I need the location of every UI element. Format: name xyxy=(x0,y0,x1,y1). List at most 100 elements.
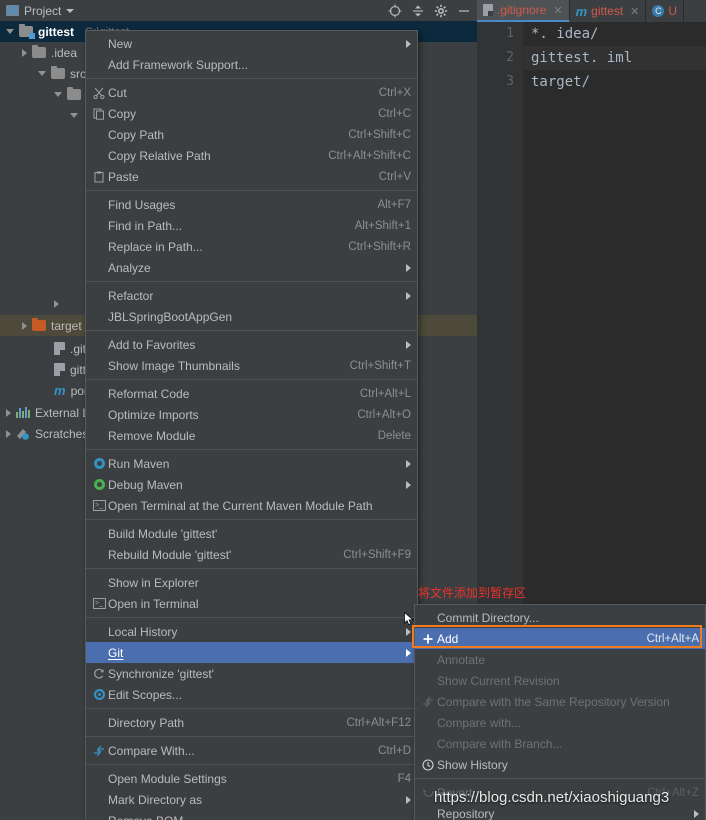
menu-item-label: Add to Favorites xyxy=(108,337,196,352)
toolwindow-actions xyxy=(388,4,477,18)
menu-separator xyxy=(86,449,417,450)
submenu-item-add[interactable]: Add Ctrl+Alt+A xyxy=(415,628,705,649)
git-submenu[interactable]: Commit Directory... Add Ctrl+Alt+A Annot… xyxy=(414,604,706,820)
chevron-down-icon[interactable] xyxy=(70,113,78,118)
menu-item-jblspringbootappgen[interactable]: JBLSpringBootAppGen xyxy=(86,306,417,327)
menu-item-edit-scopes[interactable]: Edit Scopes... xyxy=(86,684,417,705)
tree-node-label: .idea xyxy=(51,45,78,60)
project-title-group[interactable]: Project xyxy=(0,3,75,18)
maven-m-icon: m xyxy=(54,383,66,398)
chevron-right-icon[interactable] xyxy=(22,48,27,57)
editor-tab-u[interactable]: C U xyxy=(646,0,685,22)
menu-item-optimize-imports[interactable]: Optimize Imports Ctrl+Alt+O xyxy=(86,404,417,425)
menu-item-label: Optimize Imports xyxy=(108,407,199,422)
menu-item-add-to-favorites[interactable]: Add to Favorites xyxy=(86,334,417,355)
menu-item-label: Replace in Path... xyxy=(108,239,203,254)
menu-item-label: Cut xyxy=(108,85,127,100)
submenu-item-show-current-revision: Show Current Revision xyxy=(415,670,705,691)
maven-run-icon xyxy=(90,458,108,469)
chevron-down-icon[interactable] xyxy=(6,29,14,34)
menu-item-copy[interactable]: Copy Ctrl+C xyxy=(86,103,417,124)
menu-item-git[interactable]: Git xyxy=(86,642,417,663)
menu-item-open-in-terminal[interactable]: >_ Open in Terminal xyxy=(86,593,417,614)
submenu-item-commit-directory[interactable]: Commit Directory... xyxy=(415,607,705,628)
mouse-cursor xyxy=(404,612,414,626)
menu-item-paste[interactable]: Paste Ctrl+V xyxy=(86,166,417,187)
paste-icon xyxy=(90,170,108,183)
chevron-down-icon[interactable] xyxy=(38,71,46,76)
chevron-right-icon[interactable] xyxy=(6,408,11,417)
close-icon[interactable]: ✕ xyxy=(553,4,562,17)
history-clock-icon xyxy=(419,758,437,771)
menu-item-analyze[interactable]: Analyze xyxy=(86,257,417,278)
menu-item-new[interactable]: New xyxy=(86,33,417,54)
menu-separator xyxy=(86,519,417,520)
submenu-arrow-icon xyxy=(406,627,411,636)
menu-item-show-in-explorer[interactable]: Show in Explorer xyxy=(86,572,417,593)
maven-debug-icon xyxy=(90,479,108,490)
menu-separator xyxy=(86,764,417,765)
context-menu[interactable]: New Add Framework Support... Cut Ctrl+X … xyxy=(85,30,418,820)
menu-item-add-framework-support[interactable]: Add Framework Support... xyxy=(86,54,417,75)
code-line: gittest. iml xyxy=(524,46,706,70)
menu-item-build-module[interactable]: Build Module 'gittest' xyxy=(86,523,417,544)
chevron-down-icon[interactable] xyxy=(66,8,75,13)
menu-item-open-module-settings[interactable]: Open Module Settings F4 xyxy=(86,768,417,789)
folder-icon xyxy=(51,66,65,79)
menu-item-copy-relative-path[interactable]: Copy Relative Path Ctrl+Alt+Shift+C xyxy=(86,145,417,166)
menu-item-compare-with[interactable]: Compare With... Ctrl+D xyxy=(86,740,417,761)
menu-item-directory-path[interactable]: Directory Path Ctrl+Alt+F12 xyxy=(86,712,417,733)
locate-target-icon[interactable] xyxy=(388,4,402,18)
menu-item-label: Rebuild Module 'gittest' xyxy=(108,547,232,562)
menu-separator xyxy=(86,190,417,191)
copy-icon xyxy=(90,108,108,120)
submenu-item-shortcut: Ctrl+Alt+A xyxy=(646,632,699,645)
menu-item-mark-directory-as[interactable]: Mark Directory as xyxy=(86,789,417,810)
menu-item-open-terminal-maven-path[interactable]: >_ Open Terminal at the Current Maven Mo… xyxy=(86,495,417,516)
menu-item-label: Copy xyxy=(108,106,137,121)
editor-tab-gitignore[interactable]: .gitignore ✕ xyxy=(477,0,570,22)
editor-tab-bar: .gitignore ✕ m gittest ✕ C U xyxy=(477,0,706,22)
menu-item-rebuild-module[interactable]: Rebuild Module 'gittest' Ctrl+Shift+F9 xyxy=(86,544,417,565)
ignore-file-icon xyxy=(483,4,493,16)
submenu-item-annotate: Annotate xyxy=(415,649,705,670)
submenu-arrow-icon xyxy=(694,809,699,818)
line-number: 3 xyxy=(506,74,514,89)
module-folder-icon xyxy=(19,24,35,39)
submenu-item-label: Compare with... xyxy=(437,715,522,730)
collapse-all-icon[interactable] xyxy=(411,4,425,18)
menu-item-remove-bom[interactable]: Remove BOM xyxy=(86,810,417,820)
menu-item-synchronize[interactable]: Synchronize 'gittest' xyxy=(86,663,417,684)
menu-item-show-image-thumbnails[interactable]: Show Image Thumbnails Ctrl+Shift+T xyxy=(86,355,417,376)
menu-item-replace-in-path[interactable]: Replace in Path... Ctrl+Shift+R xyxy=(86,236,417,257)
submenu-item-label: Add xyxy=(437,631,459,646)
minimize-icon[interactable] xyxy=(457,4,471,18)
menu-item-copy-path[interactable]: Copy Path Ctrl+Shift+C xyxy=(86,124,417,145)
menu-item-find-usages[interactable]: Find Usages Alt+F7 xyxy=(86,194,417,215)
submenu-arrow-icon xyxy=(406,39,411,48)
menu-item-label: Analyze xyxy=(108,260,151,275)
submenu-item-show-history[interactable]: Show History xyxy=(415,754,705,775)
menu-item-cut[interactable]: Cut Ctrl+X xyxy=(86,82,417,103)
editor-tab-gittest[interactable]: m gittest ✕ xyxy=(570,0,647,22)
menu-item-remove-module[interactable]: Remove Module Delete xyxy=(86,425,417,446)
menu-separator xyxy=(86,568,417,569)
menu-item-label: Debug Maven xyxy=(108,477,183,492)
menu-item-find-in-path[interactable]: Find in Path... Alt+Shift+1 xyxy=(86,215,417,236)
menu-item-label: Open Terminal at the Current Maven Modul… xyxy=(108,498,373,513)
menu-item-label: Remove Module xyxy=(108,428,196,443)
settings-gear-icon[interactable] xyxy=(434,4,448,18)
submenu-item-label: Show Current Revision xyxy=(437,673,560,688)
project-title: Project xyxy=(24,3,62,18)
menu-item-run-maven[interactable]: Run Maven xyxy=(86,453,417,474)
chevron-right-icon[interactable] xyxy=(22,321,27,330)
chevron-right-icon[interactable] xyxy=(6,429,11,438)
chevron-down-icon[interactable] xyxy=(54,92,62,97)
menu-item-debug-maven[interactable]: Debug Maven xyxy=(86,474,417,495)
menu-item-local-history[interactable]: Local History xyxy=(86,621,417,642)
menu-item-label: Local History xyxy=(108,624,178,639)
menu-item-reformat-code[interactable]: Reformat Code Ctrl+Alt+L xyxy=(86,383,417,404)
chevron-right-icon[interactable] xyxy=(54,299,59,308)
menu-item-refactor[interactable]: Refactor xyxy=(86,285,417,306)
close-icon[interactable]: ✕ xyxy=(630,5,639,18)
